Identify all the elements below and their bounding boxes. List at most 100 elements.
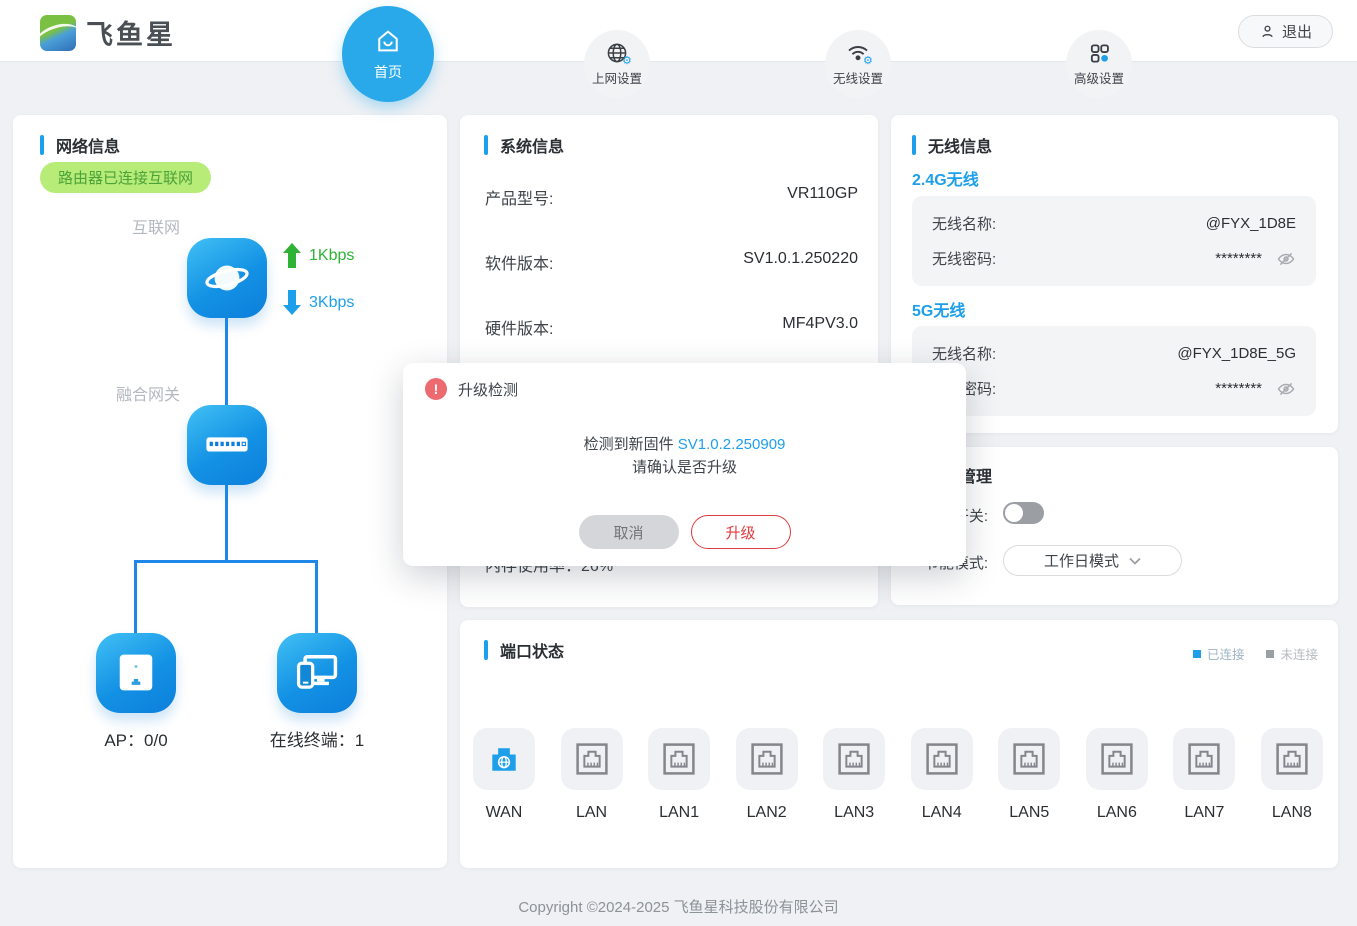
- nav-tab-internet-settings[interactable]: ⚙ 上网设置: [584, 30, 650, 98]
- energy-mode-value: 工作日模式: [1044, 550, 1119, 571]
- port-lan4: LAN4: [911, 728, 973, 822]
- ports-row: WAN LAN LAN1 LAN2: [473, 728, 1323, 822]
- gear-icon: ⚙: [863, 54, 873, 67]
- section-accent-bar: [484, 640, 488, 660]
- warning-icon: !: [425, 378, 447, 400]
- legend-connected-label: 已连接: [1207, 644, 1245, 663]
- system-row-hardware: 硬件版本:MF4PV3.0: [485, 315, 858, 339]
- lan-port-icon: [1086, 728, 1148, 790]
- section-accent-bar: [40, 135, 44, 155]
- logout-label: 退出: [1282, 21, 1312, 42]
- lan-port-icon: [823, 728, 885, 790]
- topology-line: [225, 318, 228, 407]
- lan-port-icon: [648, 728, 710, 790]
- nav-label-internet: 上网设置: [592, 68, 642, 87]
- lan-port-icon: [1261, 728, 1323, 790]
- section-accent-bar: [484, 135, 488, 155]
- ap-count: AP：0/0: [76, 726, 196, 751]
- eye-off-icon[interactable]: [1276, 250, 1296, 268]
- nav-label-home: 首页: [374, 62, 402, 82]
- network-info-panel: 网络信息 路由器已连接互联网 互联网 1Kbps 3Kbps 融合网关: [13, 115, 447, 868]
- nav-tab-home[interactable]: 首页: [342, 6, 434, 102]
- download-speed: 3Kbps: [283, 290, 354, 315]
- gateway-label: 融合网关: [100, 381, 180, 405]
- band-5g-heading: 5G无线: [912, 297, 965, 321]
- access-point-icon: [110, 647, 162, 699]
- topology-line: [134, 560, 318, 563]
- port-status-panel: 端口状态 已连接 未连接 WAN LAN: [460, 620, 1338, 868]
- port-lan3: LAN3: [823, 728, 885, 822]
- logout-button[interactable]: 退出: [1238, 15, 1333, 48]
- wan-port-icon: [473, 728, 535, 790]
- home-icon: [374, 27, 402, 55]
- lan-port-icon: [998, 728, 1060, 790]
- brand-logo-text: 飞鱼星: [86, 13, 176, 52]
- port-lan5: LAN5: [998, 728, 1060, 822]
- upload-speed: 1Kbps: [283, 243, 354, 268]
- nav-tab-advanced-settings[interactable]: 高级设置: [1066, 30, 1132, 98]
- arrow-down-icon: [283, 290, 301, 315]
- brand-logo: 飞鱼星: [40, 13, 176, 52]
- password-2g-value: ********: [1215, 250, 1262, 267]
- port-legend: 已连接 未连接: [1193, 644, 1318, 663]
- brand-logo-icon: [40, 15, 76, 51]
- internet-node-icon: [187, 238, 267, 318]
- port-panel-title: 端口状态: [500, 638, 564, 662]
- topology-line: [315, 560, 318, 634]
- nav-tab-wireless-settings[interactable]: ⚙ 无线设置: [825, 30, 891, 98]
- lan-port-icon: [1173, 728, 1235, 790]
- section-accent-bar: [912, 135, 916, 155]
- firmware-message: 检测到新固件 SV1.0.2.250909: [403, 433, 966, 454]
- wireless-panel-title: 无线信息: [928, 133, 992, 157]
- energy-mode-select[interactable]: 工作日模式: [1003, 545, 1182, 576]
- chevron-down-icon: [1129, 557, 1141, 565]
- port-lan2: LAN2: [736, 728, 798, 822]
- router-dashboard: 飞鱼星 退出 首页 ⚙ 上网设置 ⚙ 无线设置 高级设置 网络信息 路由器已连接…: [0, 0, 1357, 926]
- dialog-header: ! 升级检测: [425, 378, 518, 400]
- band-2g-heading: 2.4G无线: [912, 166, 979, 190]
- password-row-5g: 无线密码: ********: [932, 378, 1296, 399]
- switch-device-icon: [201, 419, 253, 471]
- top-bar: 飞鱼星 退出: [0, 0, 1357, 62]
- band-2g-box: 无线名称: @FYX_1D8E 无线密码: ********: [912, 196, 1316, 286]
- terminal-node-icon: [277, 633, 357, 713]
- internet-label: 互联网: [100, 214, 180, 238]
- legend-connected-swatch: [1193, 650, 1201, 658]
- user-icon: [1259, 23, 1276, 40]
- nav-label-wireless: 无线设置: [833, 68, 883, 87]
- network-panel-title: 网络信息: [56, 133, 120, 157]
- legend-disconnected-label: 未连接: [1280, 644, 1318, 663]
- password-5g-value: ********: [1215, 380, 1262, 397]
- gear-icon: ⚙: [622, 54, 632, 67]
- firmware-version: SV1.0.2.250909: [678, 436, 786, 453]
- port-lan7: LAN7: [1173, 728, 1235, 822]
- nav-label-advanced: 高级设置: [1074, 68, 1124, 87]
- ap-node-icon: [96, 633, 176, 713]
- devices-icon: [291, 647, 343, 699]
- ssid-row-5g: 无线名称: @FYX_1D8E_5G: [932, 343, 1296, 364]
- toggle-knob: [1005, 504, 1023, 522]
- energy-switch-toggle[interactable]: [1003, 502, 1044, 524]
- upgrade-button[interactable]: 升级: [691, 515, 791, 549]
- password-row-2g: 无线密码: ********: [932, 248, 1296, 269]
- legend-disconnected-swatch: [1266, 650, 1274, 658]
- port-wan: WAN: [473, 728, 535, 822]
- online-terminals-count: 在线终端：1: [247, 726, 387, 751]
- port-lan6: LAN6: [1086, 728, 1148, 822]
- lan-port-icon: [911, 728, 973, 790]
- ssid-2g-value: @FYX_1D8E: [1206, 215, 1296, 232]
- cancel-button[interactable]: 取消: [579, 515, 679, 549]
- ssid-row-2g: 无线名称: @FYX_1D8E: [932, 213, 1296, 234]
- band-5g-box: 无线名称: @FYX_1D8E_5G 无线密码: ********: [912, 326, 1316, 416]
- upgrade-check-dialog: ! 升级检测 检测到新固件 SV1.0.2.250909 请确认是否升级 取消 …: [403, 363, 966, 566]
- port-lan: LAN: [561, 728, 623, 822]
- system-row-software: 软件版本:SV1.0.1.250220: [485, 250, 858, 274]
- ssid-5g-value: @FYX_1D8E_5G: [1177, 345, 1296, 362]
- system-panel-title: 系统信息: [500, 133, 564, 157]
- eye-off-icon[interactable]: [1276, 380, 1296, 398]
- arrow-up-icon: [283, 243, 301, 268]
- dialog-title: 升级检测: [458, 379, 518, 400]
- gateway-node-icon: [187, 405, 267, 485]
- connection-status-badge: 路由器已连接互联网: [40, 162, 211, 193]
- system-row-model: 产品型号:VR110GP: [485, 185, 858, 209]
